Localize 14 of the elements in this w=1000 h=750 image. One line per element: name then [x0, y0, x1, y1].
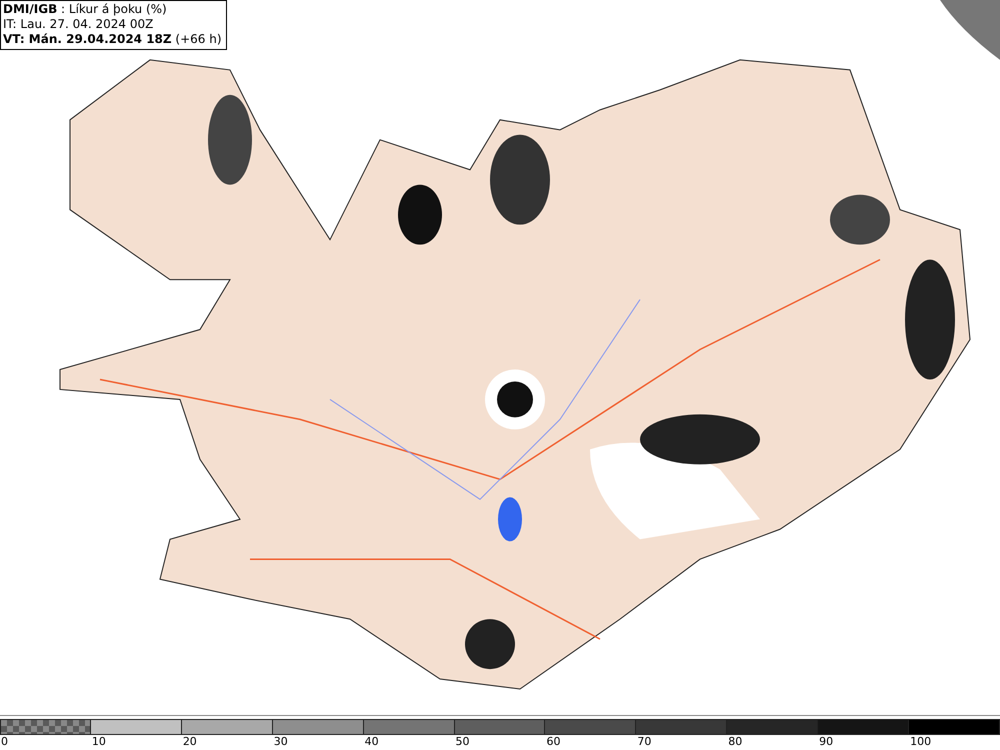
legend-tick-label: 20 — [182, 735, 197, 748]
legend-tick-label: 80 — [727, 735, 742, 748]
valid-time: VT: Mán. 29.04.2024 18Z (+66 h) — [3, 32, 222, 47]
legend-tick-label: 10 — [90, 735, 106, 748]
legend-tick-label: 70 — [636, 735, 652, 748]
legend-tick-label: 100 — [909, 735, 932, 748]
legend-tick-label: 30 — [272, 735, 288, 748]
map-title: DMI/IGB : Líkur á þoku (%) — [3, 2, 168, 17]
init-time: IT: Lau. 27. 04. 2024 00Z — [3, 17, 154, 32]
legend-tick-label: 0 — [0, 735, 8, 748]
legend-tick-label: 40 — [364, 735, 379, 748]
legend-tick-label: 60 — [545, 735, 560, 748]
legend-tick-label: 50 — [454, 735, 470, 748]
legend-tick-label: 90 — [818, 735, 834, 748]
